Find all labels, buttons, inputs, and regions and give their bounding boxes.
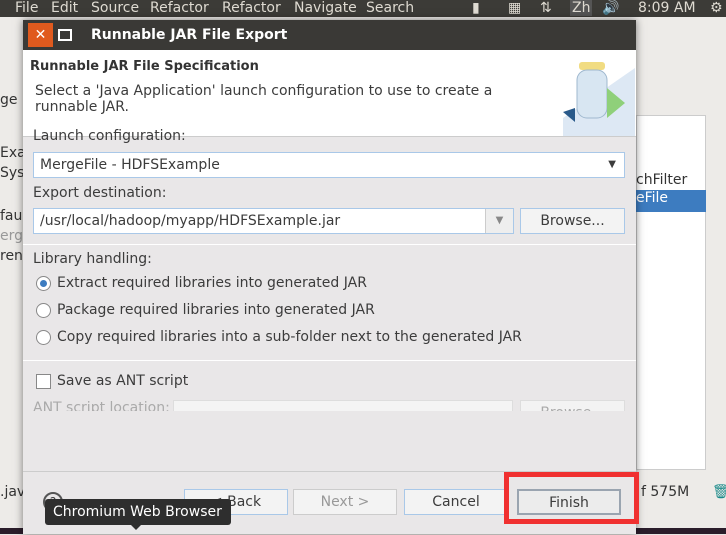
radio-extract[interactable] bbox=[36, 276, 51, 291]
menu-refactor-2[interactable]: Refactor bbox=[222, 0, 281, 16]
bg-text: erg bbox=[0, 228, 24, 244]
calendar-icon[interactable]: ▦ bbox=[508, 0, 521, 16]
keyboard-indicator[interactable]: Zh bbox=[570, 0, 593, 16]
menu-source[interactable]: Source bbox=[91, 0, 139, 16]
ant-location-input bbox=[173, 400, 513, 411]
trash-icon[interactable]: 🗑 bbox=[712, 484, 726, 500]
radio-extract-label[interactable]: Extract required libraries into generate… bbox=[57, 275, 367, 291]
jar-export-icon bbox=[563, 62, 635, 136]
menu-file[interactable]: File bbox=[15, 0, 38, 16]
dialog-title: Runnable JAR File Export bbox=[91, 27, 288, 43]
bg-text: .jav bbox=[0, 484, 26, 500]
radio-copy-label[interactable]: Copy required libraries into a sub-folde… bbox=[57, 329, 522, 345]
selected-item[interactable]: eFile bbox=[636, 190, 706, 212]
save-ant-label[interactable]: Save as ANT script bbox=[57, 373, 188, 389]
menu-search[interactable]: Search bbox=[366, 0, 414, 16]
menu-edit[interactable]: Edit bbox=[51, 0, 78, 16]
launch-config-value: MergeFile - HDFSExample bbox=[40, 157, 220, 173]
clock[interactable]: 8:09 AM bbox=[638, 0, 696, 16]
chevron-down-icon[interactable]: ▼ bbox=[485, 209, 513, 233]
export-dialog: ✕ Runnable JAR File Export Runnable JAR … bbox=[23, 20, 636, 534]
export-destination-label: Export destination: bbox=[33, 185, 167, 201]
dialog-header: Runnable JAR File Specification Select a… bbox=[23, 50, 636, 137]
battery-icon[interactable]: ▮ bbox=[472, 0, 480, 16]
outline-panel bbox=[636, 115, 706, 470]
next-button: Next > bbox=[293, 489, 397, 515]
bg-text: Exa bbox=[0, 145, 26, 161]
bg-text[interactable]: chFilter bbox=[636, 172, 687, 188]
bg-text: Sys bbox=[0, 165, 25, 181]
radio-package[interactable] bbox=[36, 303, 51, 318]
header-description: Select a 'Java Application' launch confi… bbox=[35, 83, 493, 115]
bg-text: fau bbox=[0, 208, 23, 224]
system-menubar: File Edit Source Refactor Refactor Navig… bbox=[0, 0, 726, 17]
ant-browse-button: Browse... bbox=[520, 400, 625, 411]
launch-config-select[interactable]: MergeFile - HDFSExample ▼ bbox=[33, 152, 625, 178]
save-ant-checkbox[interactable] bbox=[36, 374, 51, 389]
dialog-titlebar: ✕ Runnable JAR File Export bbox=[23, 20, 636, 50]
ant-location-row: ANT script location: Browse... bbox=[23, 400, 636, 411]
ant-location-label: ANT script location: bbox=[33, 400, 170, 411]
tooltip: Chromium Web Browser bbox=[45, 499, 231, 530]
export-destination-value: /usr/local/hadoop/myapp/HDFSExample.jar bbox=[40, 213, 341, 229]
finish-highlight-box bbox=[504, 472, 639, 524]
browse-button[interactable]: Browse... bbox=[520, 208, 625, 234]
radio-package-label[interactable]: Package required libraries into generate… bbox=[57, 302, 375, 318]
divider bbox=[23, 360, 636, 361]
launch-config-label: Launch configuration: bbox=[33, 128, 186, 144]
memory-indicator: f 575M bbox=[641, 484, 690, 500]
bg-text: ren bbox=[0, 248, 23, 264]
volume-icon[interactable]: 🔊 bbox=[602, 0, 619, 16]
cancel-button[interactable]: Cancel bbox=[404, 489, 508, 515]
close-icon[interactable]: ✕ bbox=[28, 23, 53, 47]
header-title: Runnable JAR File Specification bbox=[30, 59, 259, 74]
maximize-icon[interactable] bbox=[58, 29, 72, 41]
network-icon[interactable]: ⇅ bbox=[540, 0, 552, 16]
gear-icon[interactable]: ⚙ bbox=[710, 0, 723, 16]
library-handling-label: Library handling: bbox=[33, 251, 152, 267]
export-destination-input[interactable]: /usr/local/hadoop/myapp/HDFSExample.jar ▼ bbox=[33, 208, 514, 234]
divider bbox=[23, 244, 636, 245]
chevron-down-icon: ▼ bbox=[608, 159, 616, 170]
radio-copy[interactable] bbox=[36, 330, 51, 345]
menu-navigate[interactable]: Navigate bbox=[294, 0, 357, 16]
menu-refactor[interactable]: Refactor bbox=[150, 0, 209, 16]
